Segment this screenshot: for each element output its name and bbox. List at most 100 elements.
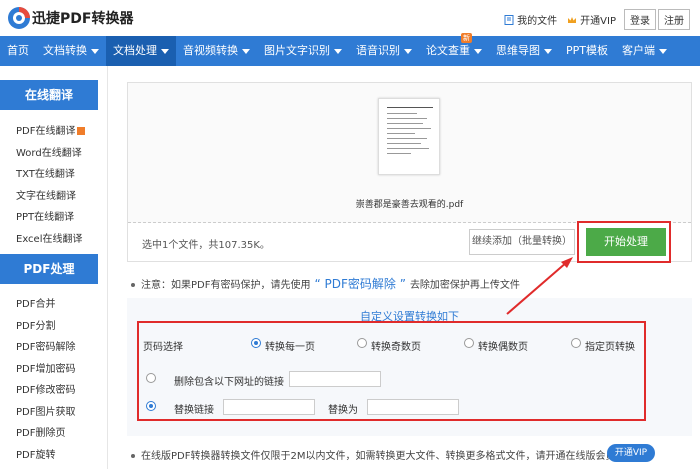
my-files-label: 我的文件	[517, 16, 558, 27]
size-limit-notice: 在线版PDF转换器转换文件仅限于2M以内文件，如需转换更大文件、转换更多格式文件…	[131, 447, 625, 462]
nav-item-5[interactable]: 语音识别	[349, 36, 419, 66]
nav-item-6[interactable]: 论文查重新	[419, 33, 489, 66]
file-drop-zone[interactable]: 崇善郡是豪善去观看的.pdf	[128, 83, 691, 223]
brand-logo-icon	[8, 7, 30, 29]
replace-with-input[interactable]	[367, 399, 459, 415]
sidebar-item-label: PDF在线翻译	[16, 126, 76, 137]
sidebar-translate-item-5[interactable]: Excel在线翻译	[16, 230, 83, 245]
replace-link-radio[interactable]	[146, 401, 156, 411]
sidebar-item-label: TXT在线翻译	[16, 169, 75, 180]
main-nav: 首页 文档转换 文档处理 音视频转换 图片文字识别 语音识别 论文查重新思维导图 PPT模板 客…	[0, 33, 700, 66]
replace-link-input[interactable]	[223, 399, 315, 415]
sidebar-item-label: PDF密码解除	[16, 342, 76, 353]
new-badge: 新	[461, 33, 472, 43]
login-button[interactable]: 登录	[624, 9, 656, 30]
sidebar-item-label: PDF修改密码	[16, 385, 76, 396]
page-mode-radio-2[interactable]	[464, 338, 474, 348]
file-thumbnail[interactable]	[378, 98, 440, 175]
delete-links-input[interactable]	[289, 371, 381, 387]
open-vip-link[interactable]: 开通VIP	[567, 12, 616, 27]
page-select-label: 页码选择	[143, 342, 183, 353]
file-name: 崇善郡是豪善去观看的.pdf	[355, 200, 464, 210]
nav-item-2[interactable]: 文档处理	[106, 36, 176, 66]
sidebar-item-label: PDF合并	[16, 299, 56, 310]
nav-item-label: 图片文字识别	[264, 44, 330, 57]
notice-suffix: 去除加密保护再上传文件	[409, 280, 520, 291]
selected-file-info: 选中1个文件，共107.35K。	[142, 240, 270, 251]
open-vip-label: 开通VIP	[580, 16, 616, 27]
brand-name: 迅捷PDF转换器	[32, 11, 134, 27]
sidebar-item-label: PPT在线翻译	[16, 212, 75, 223]
sidebar-pdf-item-2[interactable]: PDF密码解除	[16, 338, 75, 353]
sidebar-item-label: PDF分割	[16, 320, 56, 332]
open-vip-button[interactable]: 开通VIP	[607, 444, 655, 462]
sidebar-pdf-item-7[interactable]: PDF旋转	[16, 446, 55, 461]
sidebar-translate-item-4[interactable]: PPT在线翻译	[16, 208, 74, 223]
hot-icon	[77, 127, 86, 135]
nav-item-0[interactable]: 首页	[0, 36, 36, 66]
add-more-button[interactable]: 继续添加（批量转换）	[469, 229, 575, 255]
password-notice: 注意：如果PDF有密码保护，请先使用 “ PDF密码解除 ” 去除加密保护再上传文件	[131, 275, 520, 292]
sidebar-translate-item-3[interactable]: 文字在线翻译	[16, 187, 76, 202]
sidebar-item-label: PDF旋转	[16, 449, 56, 461]
delete-links-label: 删除包含以下网址的链接	[174, 377, 284, 388]
chevron-down-icon	[161, 48, 169, 54]
delete-links-radio[interactable]	[146, 373, 156, 383]
sidebar-section-pdf: PDF处理	[0, 254, 98, 284]
my-files-link[interactable]: 我的文件	[504, 12, 557, 27]
bullet-icon	[131, 454, 135, 458]
sidebar-item-label: Word在线翻译	[16, 147, 82, 159]
page-mode-radio-0[interactable]	[251, 338, 261, 348]
page-mode-radio-1[interactable]	[357, 338, 367, 348]
bullet-icon	[131, 283, 135, 287]
replace-link-label: 替换链接	[174, 405, 214, 416]
top-header: 迅捷PDF转换器 我的文件 开通VIP 登录 注册	[0, 0, 700, 36]
crown-icon	[568, 16, 577, 23]
chevron-down-icon	[474, 48, 482, 54]
sidebar-pdf-item-3[interactable]: PDF增加密码	[16, 360, 75, 375]
sidebar-translate-item-2[interactable]: TXT在线翻译	[16, 165, 75, 180]
sidebar: 在线翻译 PDF处理 PDF在线翻译 Word在线翻译 TXT在线翻译文字在线翻译 P…	[0, 66, 108, 469]
sidebar-item-label: PDF图片获取	[16, 406, 76, 418]
chevron-down-icon	[544, 48, 552, 54]
sidebar-pdf-item-1[interactable]: PDF分割	[16, 317, 55, 332]
nav-item-7[interactable]: 思维导图	[489, 36, 559, 66]
chevron-down-icon	[91, 48, 99, 54]
nav-item-label: 思维导图	[496, 44, 540, 57]
notice-prefix: 注意：如果PDF有密码保护，请先使用	[141, 280, 311, 291]
chevron-down-icon	[404, 48, 412, 54]
size-limit-text: 在线版PDF转换器转换文件仅限于2M以内文件，如需转换更大文件、转换更多格式文件…	[141, 451, 626, 462]
sidebar-item-label: Excel在线翻译	[16, 233, 83, 245]
sidebar-translate-item-1[interactable]: Word在线翻译	[16, 144, 82, 159]
page-mode-label-1: 转换奇数页	[371, 342, 421, 353]
pdf-unlock-link[interactable]: “ PDF密码解除 ”	[314, 277, 405, 291]
nav-item-label: 客户端	[622, 44, 655, 57]
top-links: 我的文件 开通VIP 登录 注册	[494, 9, 690, 30]
sidebar-item-label: PDF增加密码	[16, 363, 76, 375]
sidebar-translate-item-0[interactable]: PDF在线翻译	[16, 122, 86, 137]
nav-item-label: 文档处理	[113, 44, 157, 57]
register-button[interactable]: 注册	[658, 9, 690, 30]
page-mode-label-0: 转换每一页	[265, 342, 315, 353]
nav-item-1[interactable]: 文档转换	[36, 36, 106, 66]
start-button-highlight	[577, 221, 671, 263]
nav-item-3[interactable]: 音视频转换	[176, 36, 257, 66]
nav-item-9[interactable]: 客户端	[615, 36, 674, 66]
chevron-down-icon	[242, 48, 250, 54]
sidebar-pdf-item-6[interactable]: PDF删除页	[16, 424, 65, 439]
nav-item-label: 首页	[7, 44, 29, 57]
sidebar-item-label: PDF删除页	[16, 428, 66, 439]
sidebar-pdf-item-5[interactable]: PDF图片获取	[16, 403, 75, 418]
sidebar-pdf-item-4[interactable]: PDF修改密码	[16, 381, 75, 396]
nav-item-4[interactable]: 图片文字识别	[257, 36, 349, 66]
chevron-down-icon	[659, 48, 667, 54]
nav-item-label: 文档转换	[43, 44, 87, 57]
nav-item-8[interactable]: PPT模板	[559, 36, 615, 66]
sidebar-pdf-item-0[interactable]: PDF合并	[16, 295, 55, 310]
sidebar-section-translate: 在线翻译	[0, 80, 98, 110]
page-mode-label-2: 转换偶数页	[478, 342, 528, 353]
file-icon	[504, 14, 514, 25]
nav-item-label: 音视频转换	[183, 44, 238, 57]
nav-item-label: 论文查重	[426, 44, 470, 57]
page-mode-radio-3[interactable]	[571, 338, 581, 348]
